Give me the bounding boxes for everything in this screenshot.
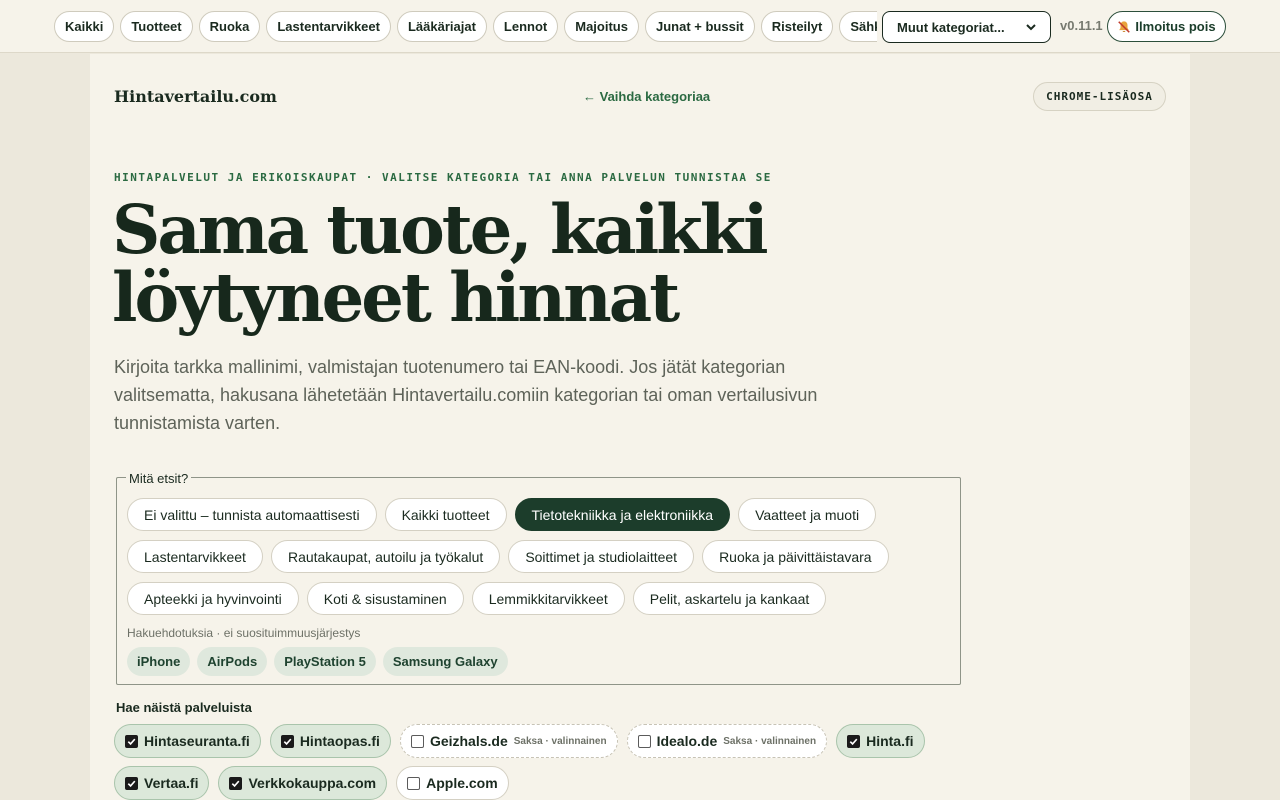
- category-chip-home[interactable]: Koti & sisustaminen: [306, 582, 464, 615]
- page-title: Sama tuote, kaikki löytyneet hinnat: [112, 190, 769, 337]
- checkbox-checked-icon[interactable]: [847, 734, 861, 748]
- category-chip-hardware[interactable]: Rautakaupat, autoilu ja työkalut: [270, 540, 501, 573]
- suggestion-chip[interactable]: PlayStation 5: [274, 647, 376, 676]
- service-name: Idealo.de: [656, 733, 718, 749]
- service-name: Vertaa.fi: [144, 775, 199, 791]
- checkbox-checked-icon[interactable]: [125, 776, 138, 790]
- category-chip-electronics[interactable]: Tietotekniikka ja elektroniikka: [514, 498, 731, 531]
- nav-chip[interactable]: Kaikki: [54, 11, 115, 42]
- nav-chip[interactable]: Majoitus: [564, 11, 639, 42]
- service-name: Geizhals.de: [429, 733, 508, 749]
- service-name: Hinta.fi: [866, 733, 914, 749]
- service-name: Hintaseuranta.fi: [144, 733, 250, 749]
- category-nav: Kaikki Tuotteet Ruoka Lastentarvikkeet L…: [54, 11, 877, 43]
- main-panel: Hintavertailu.com ← Vaihda kategoriaa CH…: [90, 54, 1190, 800]
- category-options: Ei valittu – tunnista automaattisesti Ka…: [127, 498, 927, 615]
- suggestions-list: iPhone AirPods PlayStation 5 Samsung Gal…: [127, 647, 508, 676]
- service-toggle-verkkokauppa[interactable]: Verkkokauppa.com: [218, 766, 388, 800]
- nav-chip[interactable]: Tuotteet: [120, 11, 193, 42]
- checkbox-checked-icon[interactable]: [280, 734, 294, 748]
- category-chip-pharmacy[interactable]: Apteekki ja hyvinvointi: [127, 582, 299, 615]
- nav-chip[interactable]: Lennot: [492, 11, 559, 42]
- category-chip-auto[interactable]: Ei valittu – tunnista automaattisesti: [127, 498, 377, 531]
- version-label: v0.11.1: [1060, 18, 1103, 33]
- service-toggle-geizhals[interactable]: Geizhals.de Saksa · valinnainen: [399, 724, 618, 758]
- notifications-off-label: Ilmoitus pois: [1135, 19, 1216, 34]
- service-name: Verkkokauppa.com: [248, 775, 377, 791]
- intro-text: Kirjoita tarkka mallinimi, valmistajan t…: [114, 357, 818, 433]
- category-chip-all-products[interactable]: Kaikki tuotteet: [384, 498, 507, 531]
- service-toggle-hintaopas[interactable]: Hintaopas.fi: [269, 724, 391, 758]
- brand-logo[interactable]: Hintavertailu.com: [114, 87, 277, 106]
- category-chip-groceries[interactable]: Ruoka ja päivittäistavara: [702, 540, 889, 573]
- service-toggle-apple[interactable]: Apple.com: [396, 766, 509, 800]
- more-categories-label: Muut kategoriat...: [897, 19, 1005, 35]
- nav-chip[interactable]: Ruoka: [198, 11, 261, 42]
- suggestion-chip[interactable]: AirPods: [197, 647, 268, 676]
- nav-chip[interactable]: Junat + bussit: [644, 11, 755, 42]
- category-chip-fashion[interactable]: Vaatteet ja muoti: [738, 498, 877, 531]
- checkbox-checked-icon[interactable]: [125, 734, 138, 748]
- checkbox-unchecked-icon[interactable]: [637, 734, 651, 748]
- category-chip-baby[interactable]: Lastentarvikkeet: [127, 540, 263, 573]
- nav-chip[interactable]: Lastentarvikkeet: [266, 11, 391, 42]
- services-row: Hintaseuranta.fi Hintaopas.fi Geizhals.d…: [114, 724, 925, 758]
- suggestions-label: Hakuehdotuksia · ei suosituimmuusjärjest…: [127, 626, 361, 640]
- service-toggle-idealo[interactable]: Idealo.de Saksa · valinnainen: [626, 724, 828, 758]
- checkbox-unchecked-icon[interactable]: [407, 776, 421, 790]
- nav-chip[interactable]: Sähk: [839, 11, 877, 42]
- category-chip-instruments[interactable]: Soittimet ja studiolaitteet: [508, 540, 695, 573]
- chevron-down-icon: [1026, 20, 1036, 34]
- service-note: Saksa · valinnainen: [513, 735, 607, 747]
- more-categories-select[interactable]: Muut kategoriat...: [882, 11, 1051, 43]
- category-chip-games-crafts[interactable]: Pelit, askartelu ja kankaat: [632, 582, 827, 615]
- service-toggle-hintaseuranta[interactable]: Hintaseuranta.fi: [114, 724, 261, 758]
- service-toggle-hinta[interactable]: Hinta.fi: [836, 724, 925, 758]
- service-name: Apple.com: [426, 775, 498, 791]
- checkbox-checked-icon[interactable]: [229, 776, 243, 790]
- chrome-extension-badge[interactable]: CHROME-LISÄOSA: [1033, 82, 1166, 111]
- fieldset-legend: Mitä etsit?: [126, 471, 192, 486]
- service-toggle-vertaa[interactable]: Vertaa.fi: [114, 766, 210, 800]
- checkbox-unchecked-icon[interactable]: [410, 734, 424, 748]
- nav-chip[interactable]: Lääkäriajat: [396, 11, 487, 42]
- nav-chip[interactable]: Risteilyt: [760, 11, 834, 42]
- notifications-off-button[interactable]: Ilmoitus pois: [1107, 11, 1226, 42]
- eyebrow-text: HINTAPALVELUT JA ERIKOISKAUPAT · VALITSE…: [114, 171, 772, 184]
- bell-off-icon: [1117, 20, 1131, 34]
- suggestion-chip[interactable]: Samsung Galaxy: [382, 647, 508, 676]
- service-name: Hintaopas.fi: [299, 733, 380, 749]
- services-row: Vertaa.fi Verkkokauppa.com Apple.com: [114, 766, 509, 800]
- service-note: Saksa · valinnainen: [723, 735, 817, 747]
- switch-category-link[interactable]: ← Vaihda kategoriaa: [583, 89, 710, 104]
- top-bar: Kaikki Tuotteet Ruoka Lastentarvikkeet L…: [0, 0, 1280, 53]
- services-label: Hae näistä palveluista: [116, 700, 252, 715]
- suggestion-chip[interactable]: iPhone: [127, 647, 191, 676]
- category-chip-pets[interactable]: Lemmikkitarvikkeet: [471, 582, 625, 615]
